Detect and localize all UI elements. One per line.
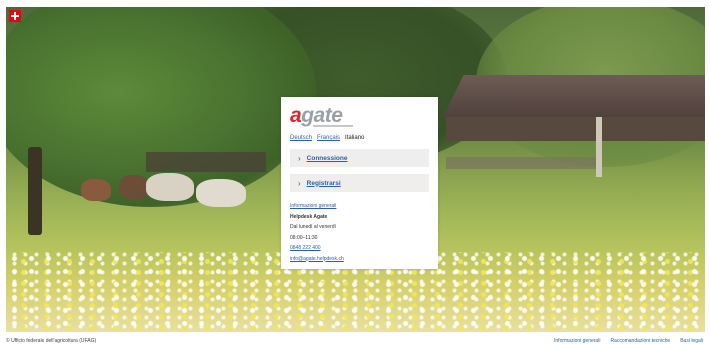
footer-link-legal-bases[interactable]: Basi legali (680, 338, 703, 344)
login-card: agate Deutsch Français Italiano › Connes… (281, 97, 438, 269)
agate-logo[interactable]: agate (290, 105, 429, 127)
footer-links: Informazioni generali Raccomandazioni te… (554, 338, 703, 344)
logo-tagline (313, 125, 353, 127)
login-button-label: Connessione (306, 154, 348, 162)
helpdesk-info: Informazioni generali Helpdesk Agate Dal… (290, 201, 429, 264)
general-info-link[interactable]: Informazioni generali (290, 201, 429, 212)
helpdesk-hours: 08:00–11:30 (290, 234, 318, 241)
logo-text: gate (301, 104, 343, 127)
helpdesk-days: Dal lunedì al venerdì (290, 224, 336, 230)
footer-link-technical-recommendations[interactable]: Raccomandazioni tecniche (610, 338, 670, 344)
footer-link-general-info[interactable]: Informazioni generali (554, 338, 600, 344)
lang-fr-link[interactable]: Français (317, 135, 340, 141)
logo-letter-a: a (290, 104, 302, 127)
chevron-right-icon: › (298, 153, 301, 163)
register-button[interactable]: › Registrarsi (290, 174, 429, 192)
register-button-label: Registrarsi (306, 179, 341, 187)
helpdesk-phone-link[interactable]: 0848 222 400 (290, 243, 429, 254)
lang-it-active: Italiano (345, 135, 365, 141)
footer: © Ufficio federale dell'agricoltura (UFA… (6, 336, 705, 345)
helpdesk-title: Helpdesk Agate (290, 213, 328, 220)
login-button[interactable]: › Connessione (290, 149, 429, 167)
page: agate Deutsch Français Italiano › Connes… (0, 0, 710, 345)
helpdesk-email-link[interactable]: info@agate.helpdesk.ch (290, 254, 429, 265)
chevron-right-icon: › (298, 178, 301, 188)
lang-de-link[interactable]: Deutsch (290, 135, 312, 141)
language-switcher: Deutsch Français Italiano (290, 135, 429, 141)
footer-copyright: © Ufficio federale dell'agricoltura (UFA… (6, 338, 97, 344)
swiss-flag-icon (9, 10, 21, 22)
